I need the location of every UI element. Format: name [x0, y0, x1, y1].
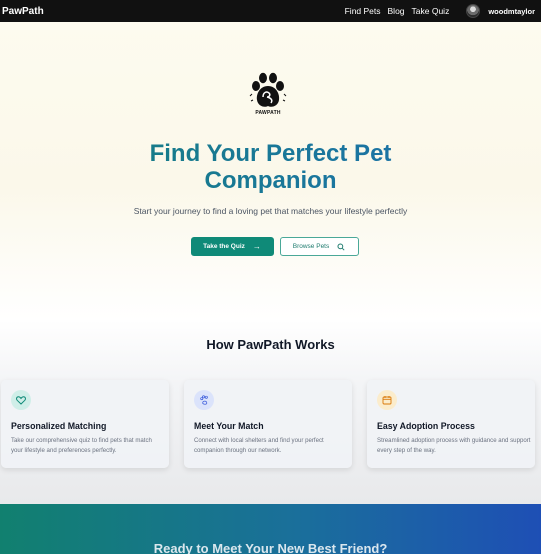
browse-pets-label: Browse Pets: [292, 243, 330, 250]
card-description: Streamlined adoption process with guidan…: [377, 437, 531, 454]
card-description: Take our comprehensive quiz to find pets…: [11, 437, 152, 454]
take-quiz-label: Take the Quiz: [203, 243, 245, 250]
nav-links: Find Pets Blog Take Quiz woodmtaylor: [345, 4, 535, 18]
nav-link-blog[interactable]: Blog: [388, 6, 405, 16]
arrow-right-icon: →: [252, 242, 261, 251]
user-menu[interactable]: woodmtaylor: [466, 4, 535, 18]
hero-subtitle: Start your journey to find a loving pet …: [133, 206, 408, 216]
brand-logo-text[interactable]: PawPath: [2, 6, 44, 17]
feature-card-meet-your-match: Meet Your Match Connect with local shelt…: [184, 380, 352, 468]
section-title: How PawPath Works: [206, 337, 335, 352]
heart-icon: [11, 390, 31, 410]
card-description: Connect with local shelters and find you…: [194, 437, 324, 454]
paw-logo-icon: [249, 72, 287, 107]
avatar[interactable]: [466, 4, 481, 18]
cta-title: Ready to Meet Your New Best Friend?: [153, 541, 388, 554]
top-navbar: PawPath Find Pets Blog Take Quiz woodmta…: [0, 0, 541, 22]
hero-title-line-1: Find Your Perfect Pet: [149, 140, 392, 167]
paw-icon: [194, 390, 214, 410]
logo-wordmark: PAWPATH: [255, 110, 281, 116]
how-it-works-section: How PawPath Works Personalized Matching …: [0, 320, 541, 504]
browse-pets-button[interactable]: Browse Pets: [279, 237, 359, 256]
hero-title-line-2: Companion: [204, 167, 337, 194]
nav-link-find-pets[interactable]: Find Pets: [345, 6, 381, 16]
feature-card-personalized-matching: Personalized Matching Take our comprehen…: [1, 380, 169, 468]
calendar-icon: [377, 390, 397, 410]
hero-buttons: Take the Quiz → Browse Pets: [0, 237, 541, 256]
pawpath-logo: PAWPATH: [248, 72, 288, 120]
feature-card-easy-adoption: Easy Adoption Process Streamlined adopti…: [367, 380, 535, 468]
card-title: Easy Adoption Process: [377, 421, 475, 431]
cta-banner: Ready to Meet Your New Best Friend?: [0, 504, 541, 554]
nav-link-take-quiz[interactable]: Take Quiz: [412, 6, 450, 16]
card-title: Meet Your Match: [194, 421, 264, 431]
take-quiz-button[interactable]: Take the Quiz →: [190, 237, 274, 256]
search-icon: [337, 242, 345, 251]
hero-section: PAWPATH Find Your Perfect Pet Companion …: [0, 22, 541, 320]
username[interactable]: woodmtaylor: [488, 7, 535, 16]
card-title: Personalized Matching: [11, 421, 107, 431]
hero-title: Find Your Perfect Pet Companion: [0, 140, 541, 194]
